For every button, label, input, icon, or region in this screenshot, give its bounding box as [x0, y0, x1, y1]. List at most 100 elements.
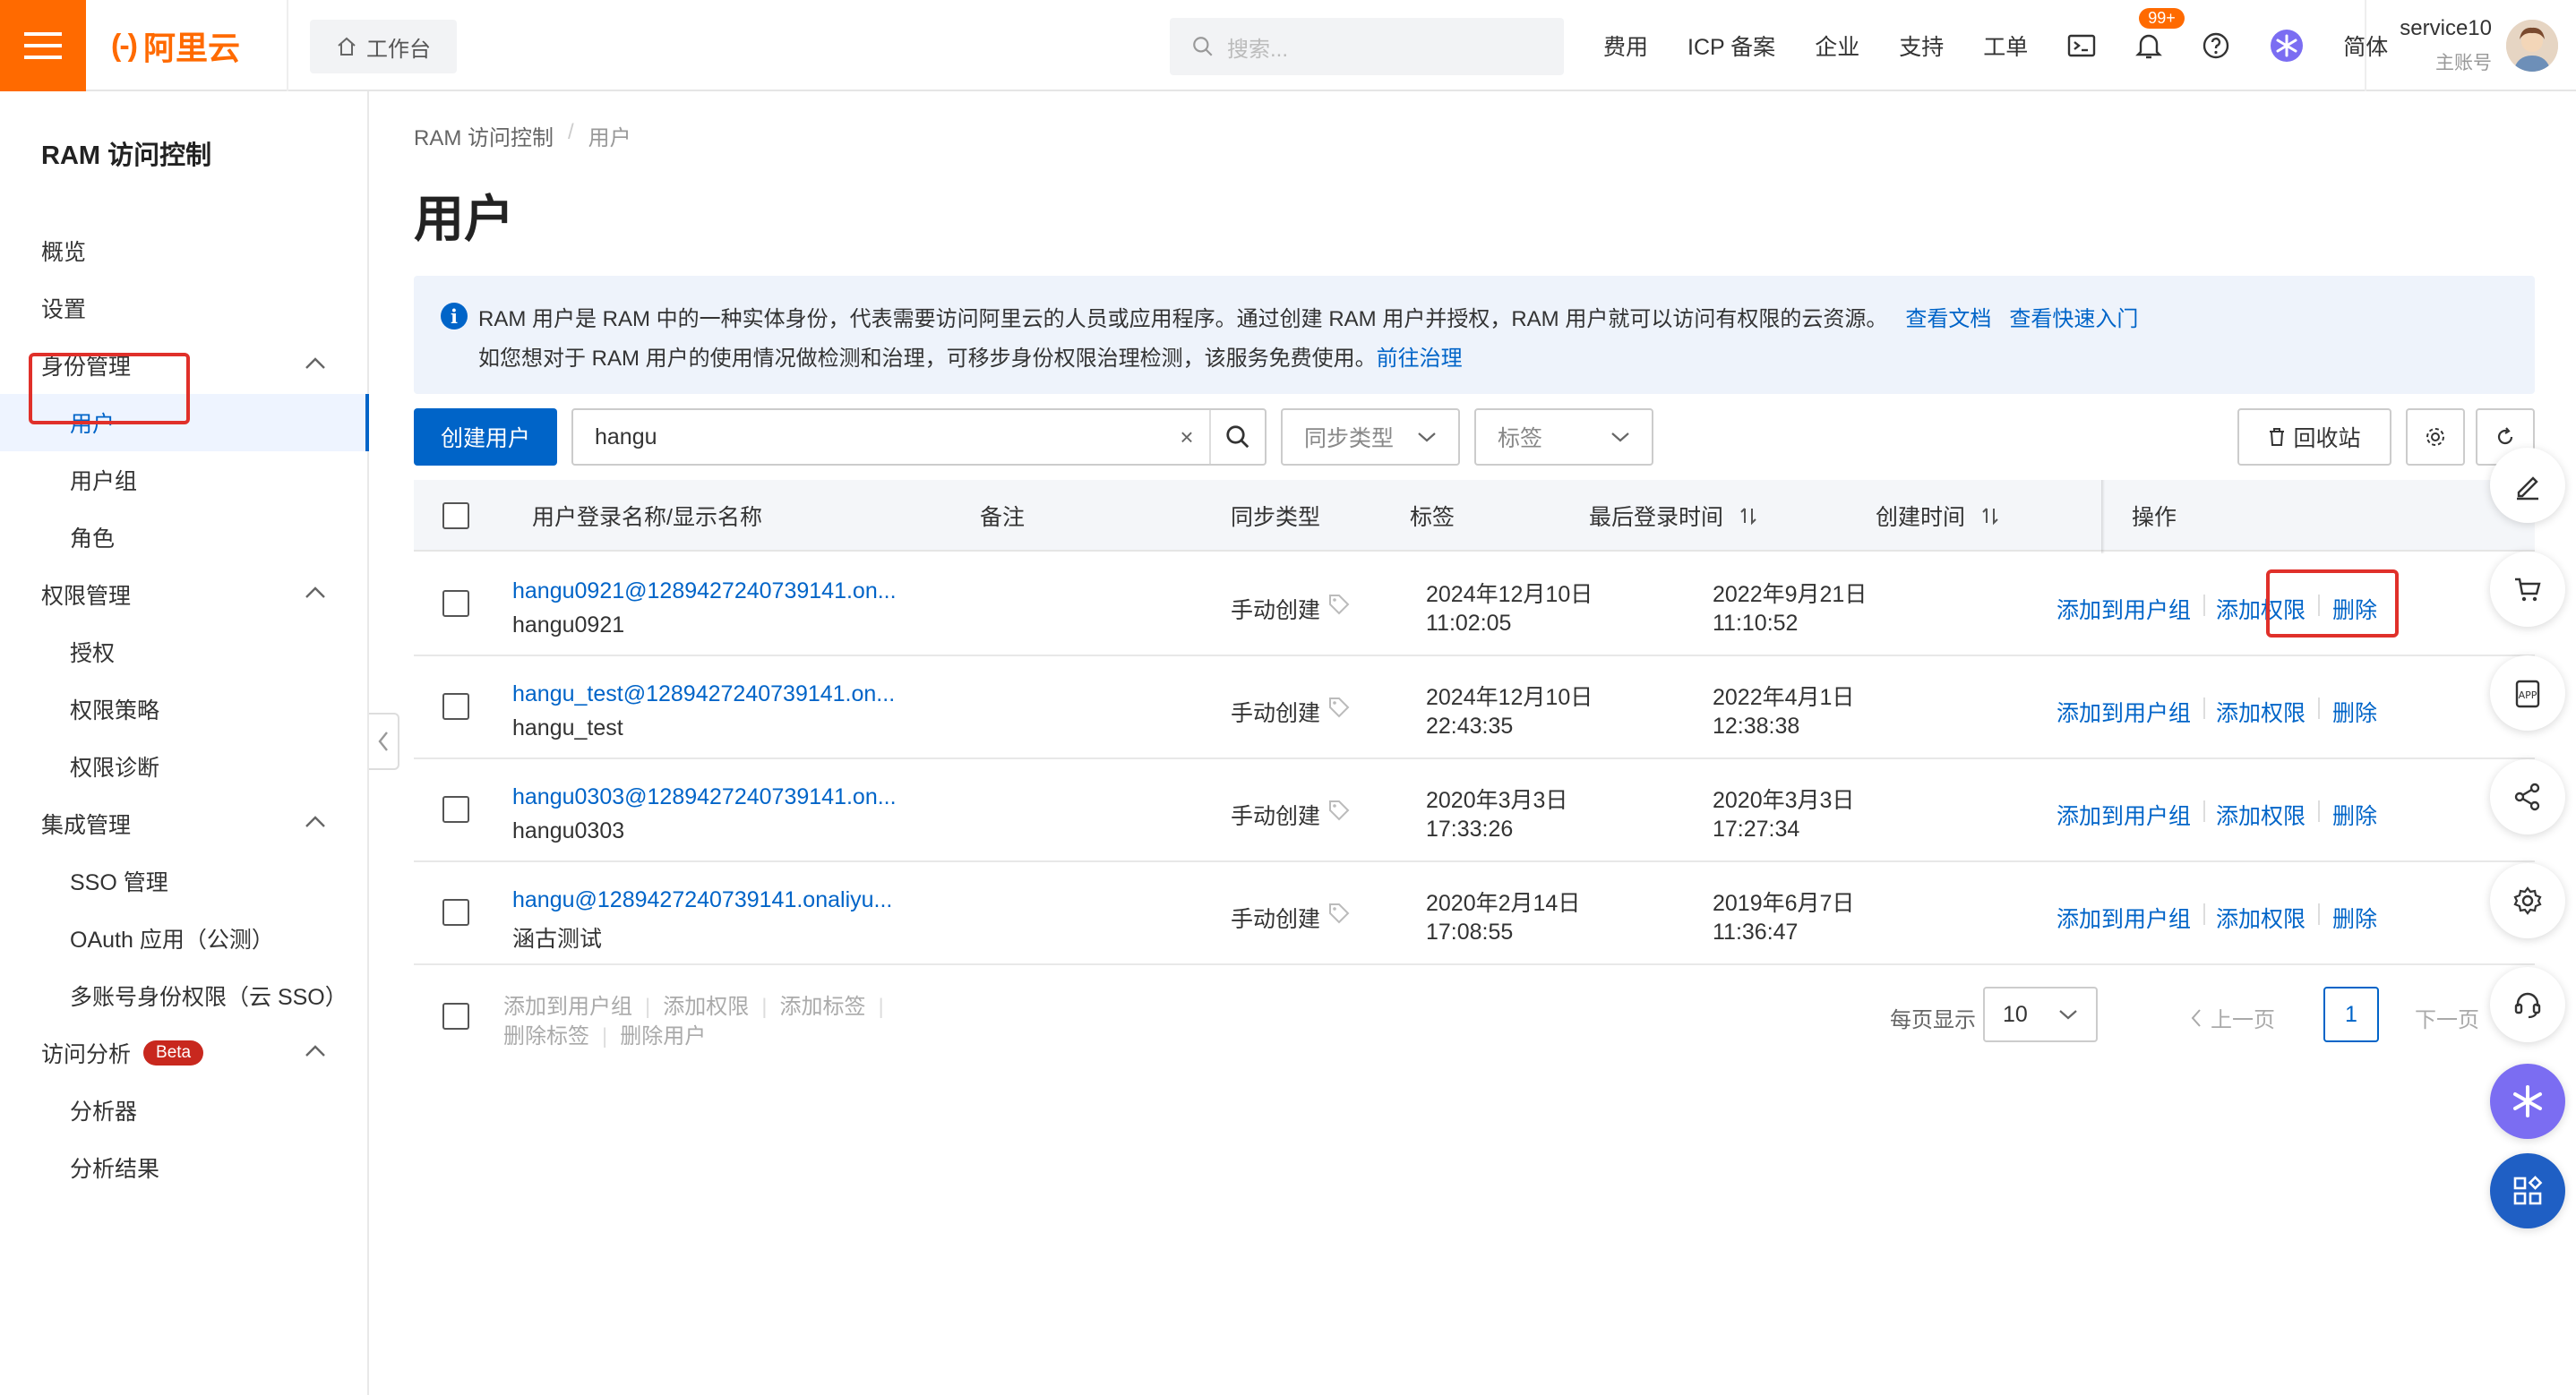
sync-type-cell: 手动创建: [1231, 701, 1321, 726]
page-size-select[interactable]: 10: [1983, 987, 2098, 1042]
delete-user-button[interactable]: 删除: [2332, 696, 2377, 728]
chevron-down-icon: [2059, 1010, 2077, 1020]
sidebar-item-sso[interactable]: SSO 管理: [0, 852, 369, 910]
tag-icon[interactable]: [1327, 593, 1351, 622]
th-last-login[interactable]: 最后登录时间: [1589, 480, 1757, 552]
sidebar-item-analysis-results[interactable]: 分析结果: [0, 1139, 369, 1196]
apps-grid-icon[interactable]: [2490, 1153, 2565, 1228]
nav-ticket[interactable]: 工单: [1983, 30, 2028, 62]
avatar[interactable]: [2506, 20, 2558, 72]
select-all-checkbox[interactable]: [442, 502, 469, 529]
page-number-current[interactable]: 1: [2323, 987, 2379, 1042]
add-to-group-button[interactable]: 添加到用户组: [2057, 799, 2191, 831]
sidebar-item-cloud-sso[interactable]: 多账号身份权限（云 SSO）: [0, 967, 369, 1024]
sidebar-item-overview[interactable]: 概览: [0, 222, 369, 279]
user-login-link[interactable]: hangu_test@1289427240739141.on...: [512, 681, 895, 707]
user-login-link[interactable]: hangu@1289427240739141.onaliyu...: [512, 887, 892, 913]
delete-user-button[interactable]: 删除: [2332, 902, 2377, 934]
ai-assistant-float-icon[interactable]: [2490, 1064, 2565, 1139]
user-search-input[interactable]: hangu ×: [571, 408, 1267, 466]
cart-icon[interactable]: [2490, 552, 2565, 627]
next-page-button[interactable]: 下一页: [2415, 1002, 2479, 1033]
sidebar-group-permissions[interactable]: 权限管理: [0, 566, 369, 623]
add-permission-button[interactable]: 添加权限: [2216, 902, 2306, 934]
sync-type-select[interactable]: 同步类型: [1281, 408, 1460, 466]
sidebar-item-oauth[interactable]: OAuth 应用（公测）: [0, 910, 369, 967]
help-icon[interactable]: [2202, 31, 2230, 60]
nav-icp[interactable]: ICP 备案: [1687, 30, 1775, 62]
search-button[interactable]: [1209, 410, 1265, 464]
sidebar-item-user-groups[interactable]: 用户组: [0, 451, 369, 509]
row-checkbox[interactable]: [442, 796, 469, 823]
user-display-name: hangu0303: [512, 818, 625, 843]
last-login-date: 2020年3月3日: [1426, 788, 1568, 813]
govern-link[interactable]: 前往治理: [1377, 347, 1463, 371]
add-permission-button[interactable]: 添加权限: [2216, 593, 2306, 625]
tag-select[interactable]: 标签: [1474, 408, 1653, 466]
delete-user-button[interactable]: 删除: [2332, 593, 2377, 625]
breadcrumb-root[interactable]: RAM 访问控制: [414, 120, 554, 151]
search-value[interactable]: hangu: [573, 424, 1164, 450]
settings-gear-icon[interactable]: [2490, 863, 2565, 938]
nav-billing[interactable]: 费用: [1603, 30, 1648, 62]
notification-bell-icon[interactable]: 99+: [2135, 8, 2185, 60]
batch-select-checkbox[interactable]: [442, 1003, 469, 1030]
sidebar-item-users[interactable]: 用户: [0, 394, 369, 451]
nav-enterprise[interactable]: 企业: [1815, 30, 1859, 62]
sidebar-item-label: 角色: [70, 526, 116, 552]
column-settings-button[interactable]: [2406, 408, 2465, 466]
hamburger-menu-button[interactable]: [0, 0, 86, 91]
terminal-icon[interactable]: [2067, 33, 2096, 58]
sidebar-group-integration[interactable]: 集成管理: [0, 795, 369, 852]
divider: [2203, 595, 2205, 616]
sidebar-item-analyzer[interactable]: 分析器: [0, 1082, 369, 1139]
batch-add-group[interactable]: 添加到用户组: [503, 995, 632, 1019]
app-icon[interactable]: APP: [2490, 655, 2565, 731]
batch-add-perm[interactable]: 添加权限: [663, 995, 749, 1019]
chevron-left-icon: [378, 732, 388, 751]
recycle-bin-button[interactable]: 回收站: [2237, 408, 2391, 466]
edit-icon[interactable]: [2490, 448, 2565, 523]
nav-support[interactable]: 支持: [1899, 30, 1944, 62]
tag-icon[interactable]: [1327, 902, 1351, 931]
batch-delete-tag[interactable]: 删除标签: [503, 1024, 589, 1048]
aliyun-logo[interactable]: (-) 阿里云: [111, 27, 240, 67]
row-checkbox[interactable]: [442, 899, 469, 926]
add-to-group-button[interactable]: 添加到用户组: [2057, 593, 2191, 625]
sidebar-item-settings[interactable]: 设置: [0, 279, 369, 337]
docs-link[interactable]: 查看文档: [1905, 307, 1991, 331]
quickstart-link[interactable]: 查看快速入门: [2009, 307, 2138, 331]
delete-user-button[interactable]: 删除: [2332, 799, 2377, 831]
row-checkbox[interactable]: [442, 693, 469, 720]
sidebar-collapse-button[interactable]: [369, 713, 399, 770]
tag-icon[interactable]: [1327, 696, 1351, 725]
sidebar-item-diagnosis[interactable]: 权限诊断: [0, 738, 369, 795]
sidebar-item-roles[interactable]: 角色: [0, 509, 369, 566]
sidebar-group-identity[interactable]: 身份管理: [0, 337, 369, 394]
global-search-input[interactable]: 搜索...: [1170, 18, 1564, 75]
create-user-button[interactable]: 创建用户: [414, 408, 557, 466]
sidebar-item-grants[interactable]: 授权: [0, 623, 369, 680]
th-created[interactable]: 创建时间: [1876, 480, 1999, 552]
workbench-button[interactable]: 工作台: [310, 20, 457, 73]
user-login-link[interactable]: hangu0303@1289427240739141.on...: [512, 784, 897, 810]
batch-add-tag[interactable]: 添加标签: [779, 995, 865, 1019]
prev-page-button[interactable]: 上一页: [2191, 1002, 2275, 1033]
add-permission-button[interactable]: 添加权限: [2216, 696, 2306, 728]
add-to-group-button[interactable]: 添加到用户组: [2057, 696, 2191, 728]
add-to-group-button[interactable]: 添加到用户组: [2057, 902, 2191, 934]
add-permission-button[interactable]: 添加权限: [2216, 799, 2306, 831]
tag-icon[interactable]: [1327, 799, 1351, 828]
customer-service-icon[interactable]: [2490, 967, 2565, 1042]
sidebar-item-policies[interactable]: 权限策略: [0, 680, 369, 738]
row-checkbox[interactable]: [442, 590, 469, 617]
account-menu[interactable]: service10 主账号: [2386, 16, 2492, 75]
user-login-link[interactable]: hangu0921@1289427240739141.on...: [512, 578, 897, 604]
menu-icon: [24, 32, 62, 59]
batch-delete-user[interactable]: 删除用户: [620, 1024, 706, 1048]
clear-icon[interactable]: ×: [1164, 424, 1209, 451]
share-icon[interactable]: [2490, 759, 2565, 834]
ai-assistant-icon[interactable]: [2270, 29, 2304, 63]
sidebar-group-access-analysis[interactable]: 访问分析 Beta: [0, 1024, 369, 1082]
th-label: 创建时间: [1876, 505, 1966, 530]
